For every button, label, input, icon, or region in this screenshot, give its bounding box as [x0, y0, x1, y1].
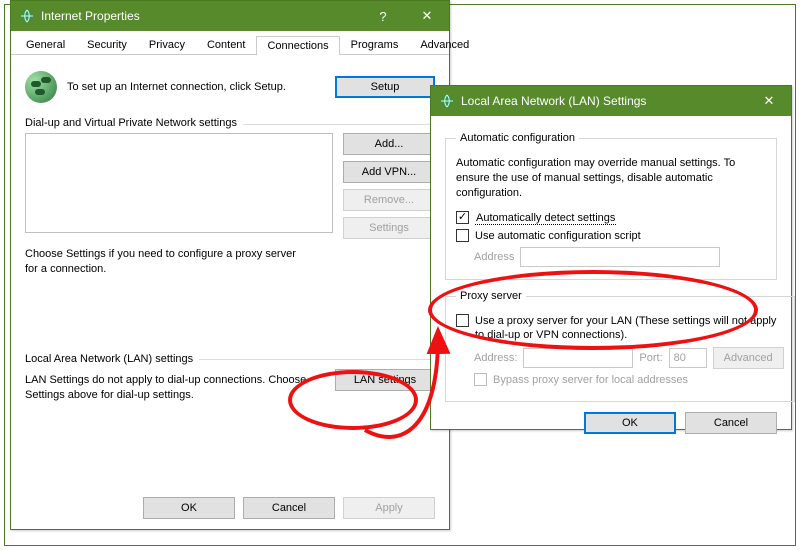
- dial-note: Choose Settings if you need to configure…: [25, 247, 305, 277]
- internet-options-icon: [19, 8, 35, 24]
- proxy-address-label: Address:: [474, 352, 517, 364]
- auto-config-group: Automatic configuration Automatic config…: [445, 132, 777, 280]
- use-script-label: Use automatic configuration script: [475, 229, 641, 243]
- dialog-title: Internet Properties: [41, 9, 361, 23]
- remove-button: Remove...: [343, 189, 435, 211]
- proxy-port-input: 80: [669, 348, 707, 368]
- titlebar: Local Area Network (LAN) Settings ✕: [431, 86, 791, 116]
- use-proxy-label: Use a proxy server for your LAN (These s…: [475, 314, 784, 343]
- lan-settings-dialog: Local Area Network (LAN) Settings ✕ Auto…: [430, 85, 792, 430]
- proxy-port-label: Port:: [639, 352, 662, 364]
- tab-programs[interactable]: Programs: [340, 35, 410, 54]
- proxy-address-input: [523, 348, 633, 368]
- cancel-button[interactable]: Cancel: [243, 497, 335, 519]
- lan-group-label: Local Area Network (LAN) settings: [25, 353, 193, 365]
- autodetect-checkbox[interactable]: [456, 211, 469, 224]
- internet-options-icon: [439, 93, 455, 109]
- script-address-input: [520, 247, 720, 267]
- globe-icon: [25, 71, 57, 103]
- dial-group-label: Dial-up and Virtual Private Network sett…: [25, 117, 237, 129]
- lan-note: LAN Settings do not apply to dial-up con…: [25, 373, 325, 403]
- ok-button[interactable]: OK: [584, 412, 676, 434]
- auto-config-note: Automatic configuration may override man…: [456, 156, 766, 201]
- use-script-checkbox[interactable]: [456, 229, 469, 242]
- ok-button[interactable]: OK: [143, 497, 235, 519]
- add-vpn-button[interactable]: Add VPN...: [343, 161, 435, 183]
- tab-content[interactable]: Content: [196, 35, 257, 54]
- settings-button: Settings: [343, 217, 435, 239]
- tab-security[interactable]: Security: [76, 35, 138, 54]
- add-button[interactable]: Add...: [343, 133, 435, 155]
- proxy-group: Proxy server Use a proxy server for your…: [445, 290, 795, 402]
- bypass-label: Bypass proxy server for local addresses: [493, 373, 688, 387]
- setup-button[interactable]: Setup: [335, 76, 435, 98]
- dialog-title: Local Area Network (LAN) Settings: [461, 94, 747, 108]
- script-address-label: Address: [474, 251, 514, 263]
- advanced-button: Advanced: [713, 347, 784, 369]
- tab-strip: General Security Privacy Content Connect…: [11, 31, 449, 55]
- bypass-checkbox: [474, 373, 487, 386]
- close-button[interactable]: ✕: [747, 86, 791, 116]
- close-button[interactable]: ✕: [405, 1, 449, 31]
- dialog-body: To set up an Internet connection, click …: [11, 55, 449, 422]
- autodetect-label: Automatically detect settings: [475, 211, 616, 225]
- internet-properties-dialog: Internet Properties ? ✕ General Security…: [10, 0, 450, 530]
- dialog-body: Automatic configuration Automatic config…: [431, 116, 791, 444]
- tab-privacy[interactable]: Privacy: [138, 35, 196, 54]
- tab-connections[interactable]: Connections: [256, 36, 339, 55]
- titlebar: Internet Properties ? ✕: [11, 1, 449, 31]
- setup-text: To set up an Internet connection, click …: [67, 81, 325, 93]
- lan-settings-button[interactable]: LAN settings: [335, 369, 435, 391]
- cancel-button[interactable]: Cancel: [685, 412, 777, 434]
- tab-general[interactable]: General: [15, 35, 76, 54]
- connections-listbox[interactable]: [25, 133, 333, 233]
- help-button[interactable]: ?: [361, 1, 405, 31]
- auto-config-legend: Automatic configuration: [456, 132, 579, 144]
- apply-button: Apply: [343, 497, 435, 519]
- tab-advanced[interactable]: Advanced: [409, 35, 480, 54]
- use-proxy-checkbox[interactable]: [456, 314, 469, 327]
- proxy-legend: Proxy server: [456, 290, 526, 302]
